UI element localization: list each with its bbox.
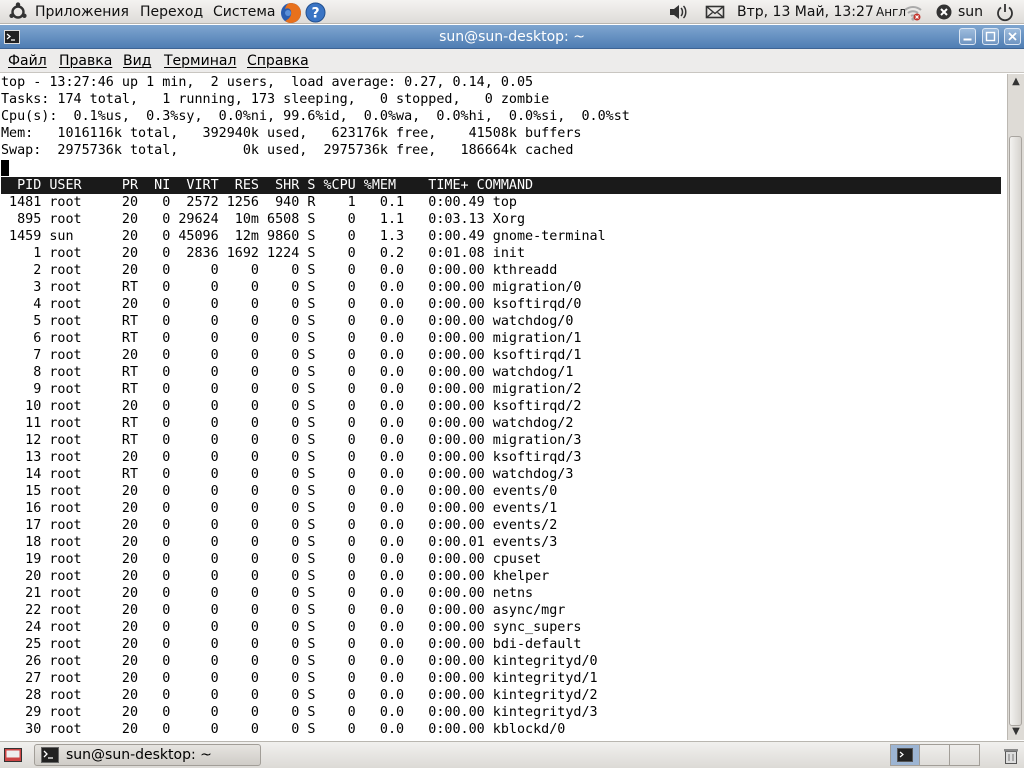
process-row: 12 root RT 0 0 0 0 S 0 0.0 0:00.00 migra… — [1, 433, 582, 448]
menu-help[interactable]: Справка — [247, 49, 309, 73]
process-row: 1481 root 20 0 2572 1256 940 R 1 0.1 0:0… — [1, 195, 517, 210]
user-name[interactable]: sun — [958, 0, 983, 24]
trash-icon[interactable] — [1003, 747, 1019, 768]
menu-view[interactable]: Вид — [123, 49, 151, 73]
workspace-1[interactable] — [891, 745, 920, 765]
process-row: 28 root 20 0 0 0 0 S 0 0.0 0:00.00 kinte… — [1, 688, 598, 703]
summary-mem: Mem: 1016116k total, 392940k used, 62317… — [1, 126, 582, 141]
process-row: 895 root 20 0 29624 10m 6508 S 0 1.1 0:0… — [1, 212, 526, 227]
taskbar-window-button[interactable]: sun@sun-desktop: ~ — [34, 744, 261, 766]
network-wireless-icon[interactable] — [903, 2, 923, 22]
process-row: 5 root RT 0 0 0 0 S 0 0.0 0:00.00 watchd… — [1, 314, 574, 329]
process-row: 3 root RT 0 0 0 0 S 0 0.0 0:00.00 migrat… — [1, 280, 582, 295]
svg-text:?: ? — [311, 6, 319, 22]
maximize-icon — [985, 31, 996, 42]
process-row: 18 root 20 0 0 0 0 S 0 0.0 0:00.01 event… — [1, 535, 558, 550]
terminal-scrollbar[interactable]: ▲ ▼ — [1007, 74, 1024, 740]
firefox-icon[interactable] — [280, 2, 301, 23]
process-row: 1 root 20 0 2836 1692 1224 S 0 0.2 0:01.… — [1, 246, 526, 261]
scroll-up-arrow-icon[interactable]: ▲ — [1008, 74, 1024, 90]
menu-file[interactable]: Файл — [8, 49, 47, 73]
terminal-area[interactable]: top - 13:27:46 up 1 min, 2 users, load a… — [0, 74, 1007, 740]
menu-terminal[interactable]: Терминал — [164, 49, 236, 73]
summary-cpu: Cpu(s): 0.1%us, 0.3%sy, 0.0%ni, 99.6%id,… — [1, 109, 630, 124]
minimize-button[interactable] — [959, 28, 976, 45]
window-titlebar[interactable]: sun@sun-desktop: ~ — [0, 25, 1024, 49]
top-panel: Приложения Переход Система ? Втр, 13 Май… — [0, 0, 1024, 24]
applications-menu[interactable]: Приложения — [35, 0, 129, 24]
taskbar-window-label: sun@sun-desktop: ~ — [66, 747, 212, 763]
process-row: 17 root 20 0 0 0 0 S 0 0.0 0:00.00 event… — [1, 518, 558, 533]
summary-tasks: Tasks: 174 total, 1 running, 173 sleepin… — [1, 92, 550, 107]
mail-icon[interactable] — [705, 2, 725, 22]
process-row: 10 root 20 0 0 0 0 S 0 0.0 0:00.00 ksoft… — [1, 399, 582, 414]
process-row: 22 root 20 0 0 0 0 S 0 0.0 0:00.00 async… — [1, 603, 566, 618]
help-icon[interactable]: ? — [305, 2, 326, 23]
process-row: 27 root 20 0 0 0 0 S 0 0.0 0:00.00 kinte… — [1, 671, 598, 686]
process-row: 21 root 20 0 0 0 0 S 0 0.0 0:00.00 netns — [1, 586, 534, 601]
process-row: 14 root RT 0 0 0 0 S 0 0.0 0:00.00 watch… — [1, 467, 574, 482]
process-row: 8 root RT 0 0 0 0 S 0 0.0 0:00.00 watchd… — [1, 365, 574, 380]
process-row: 2 root 20 0 0 0 0 S 0 0.0 0:00.00 kthrea… — [1, 263, 558, 278]
process-row: 30 root 20 0 0 0 0 S 0 0.0 0:00.00 kbloc… — [1, 722, 566, 737]
window-menubar: Файл Правка Вид Терминал Справка — [0, 49, 1024, 73]
ubuntu-logo-icon[interactable] — [8, 2, 28, 22]
scroll-down-arrow-icon[interactable]: ▼ — [1008, 724, 1024, 740]
summary-uptime: top - 13:27:46 up 1 min, 2 users, load a… — [1, 75, 534, 90]
keyboard-layout-indicator[interactable]: Англ — [876, 0, 906, 24]
logout-icon[interactable] — [934, 2, 954, 22]
minimize-icon — [963, 38, 972, 41]
maximize-button[interactable] — [982, 28, 999, 45]
process-row: 4 root 20 0 0 0 0 S 0 0.0 0:00.00 ksofti… — [1, 297, 582, 312]
show-desktop-icon[interactable] — [4, 747, 22, 767]
menu-edit[interactable]: Правка — [59, 49, 112, 73]
workspace-switcher[interactable] — [890, 744, 980, 766]
workspace-3[interactable] — [950, 745, 979, 765]
power-icon[interactable] — [995, 2, 1015, 22]
process-row: 20 root 20 0 0 0 0 S 0 0.0 0:00.00 khelp… — [1, 569, 550, 584]
process-row: 29 root 20 0 0 0 0 S 0 0.0 0:00.00 kinte… — [1, 705, 598, 720]
process-row: 6 root RT 0 0 0 0 S 0 0.0 0:00.00 migrat… — [1, 331, 582, 346]
clock[interactable]: Втр, 13 Май, 13:27 — [737, 0, 874, 24]
window-title: sun@sun-desktop: ~ — [439, 29, 585, 45]
system-menu[interactable]: Система — [213, 0, 275, 24]
process-row: 9 root RT 0 0 0 0 S 0 0.0 0:00.00 migrat… — [1, 382, 582, 397]
terminal-icon — [41, 747, 59, 767]
places-menu[interactable]: Переход — [140, 0, 203, 24]
workspace-switcher-icon — [897, 748, 913, 762]
terminal-cursor — [1, 160, 9, 176]
process-row: 25 root 20 0 0 0 0 S 0 0.0 0:00.00 bdi-d… — [1, 637, 582, 652]
process-row: 19 root 20 0 0 0 0 S 0 0.0 0:00.00 cpuse… — [1, 552, 542, 567]
volume-icon[interactable] — [668, 2, 688, 22]
process-row: 1459 sun 20 0 45096 12m 9860 S 0 1.3 0:0… — [1, 229, 606, 244]
process-row: 13 root 20 0 0 0 0 S 0 0.0 0:00.00 ksoft… — [1, 450, 582, 465]
bottom-panel: sun@sun-desktop: ~ — [0, 741, 1024, 768]
process-row: 7 root 20 0 0 0 0 S 0 0.0 0:00.00 ksofti… — [1, 348, 582, 363]
process-row: 24 root 20 0 0 0 0 S 0 0.0 0:00.00 sync_… — [1, 620, 582, 635]
summary-swap: Swap: 2975736k total, 0k used, 2975736k … — [1, 143, 574, 158]
process-row: 15 root 20 0 0 0 0 S 0 0.0 0:00.00 event… — [1, 484, 558, 499]
process-row: 26 root 20 0 0 0 0 S 0 0.0 0:00.00 kinte… — [1, 654, 598, 669]
close-icon — [1008, 32, 1017, 41]
close-button[interactable] — [1004, 28, 1021, 45]
workspace-2[interactable] — [920, 745, 950, 765]
scrollbar-thumb[interactable] — [1009, 136, 1022, 726]
process-row: 16 root 20 0 0 0 0 S 0 0.0 0:00.00 event… — [1, 501, 558, 516]
process-table-header: PID USER PR NI VIRT RES SHR S %CPU %MEM … — [1, 178, 534, 193]
process-row: 11 root RT 0 0 0 0 S 0 0.0 0:00.00 watch… — [1, 416, 574, 431]
